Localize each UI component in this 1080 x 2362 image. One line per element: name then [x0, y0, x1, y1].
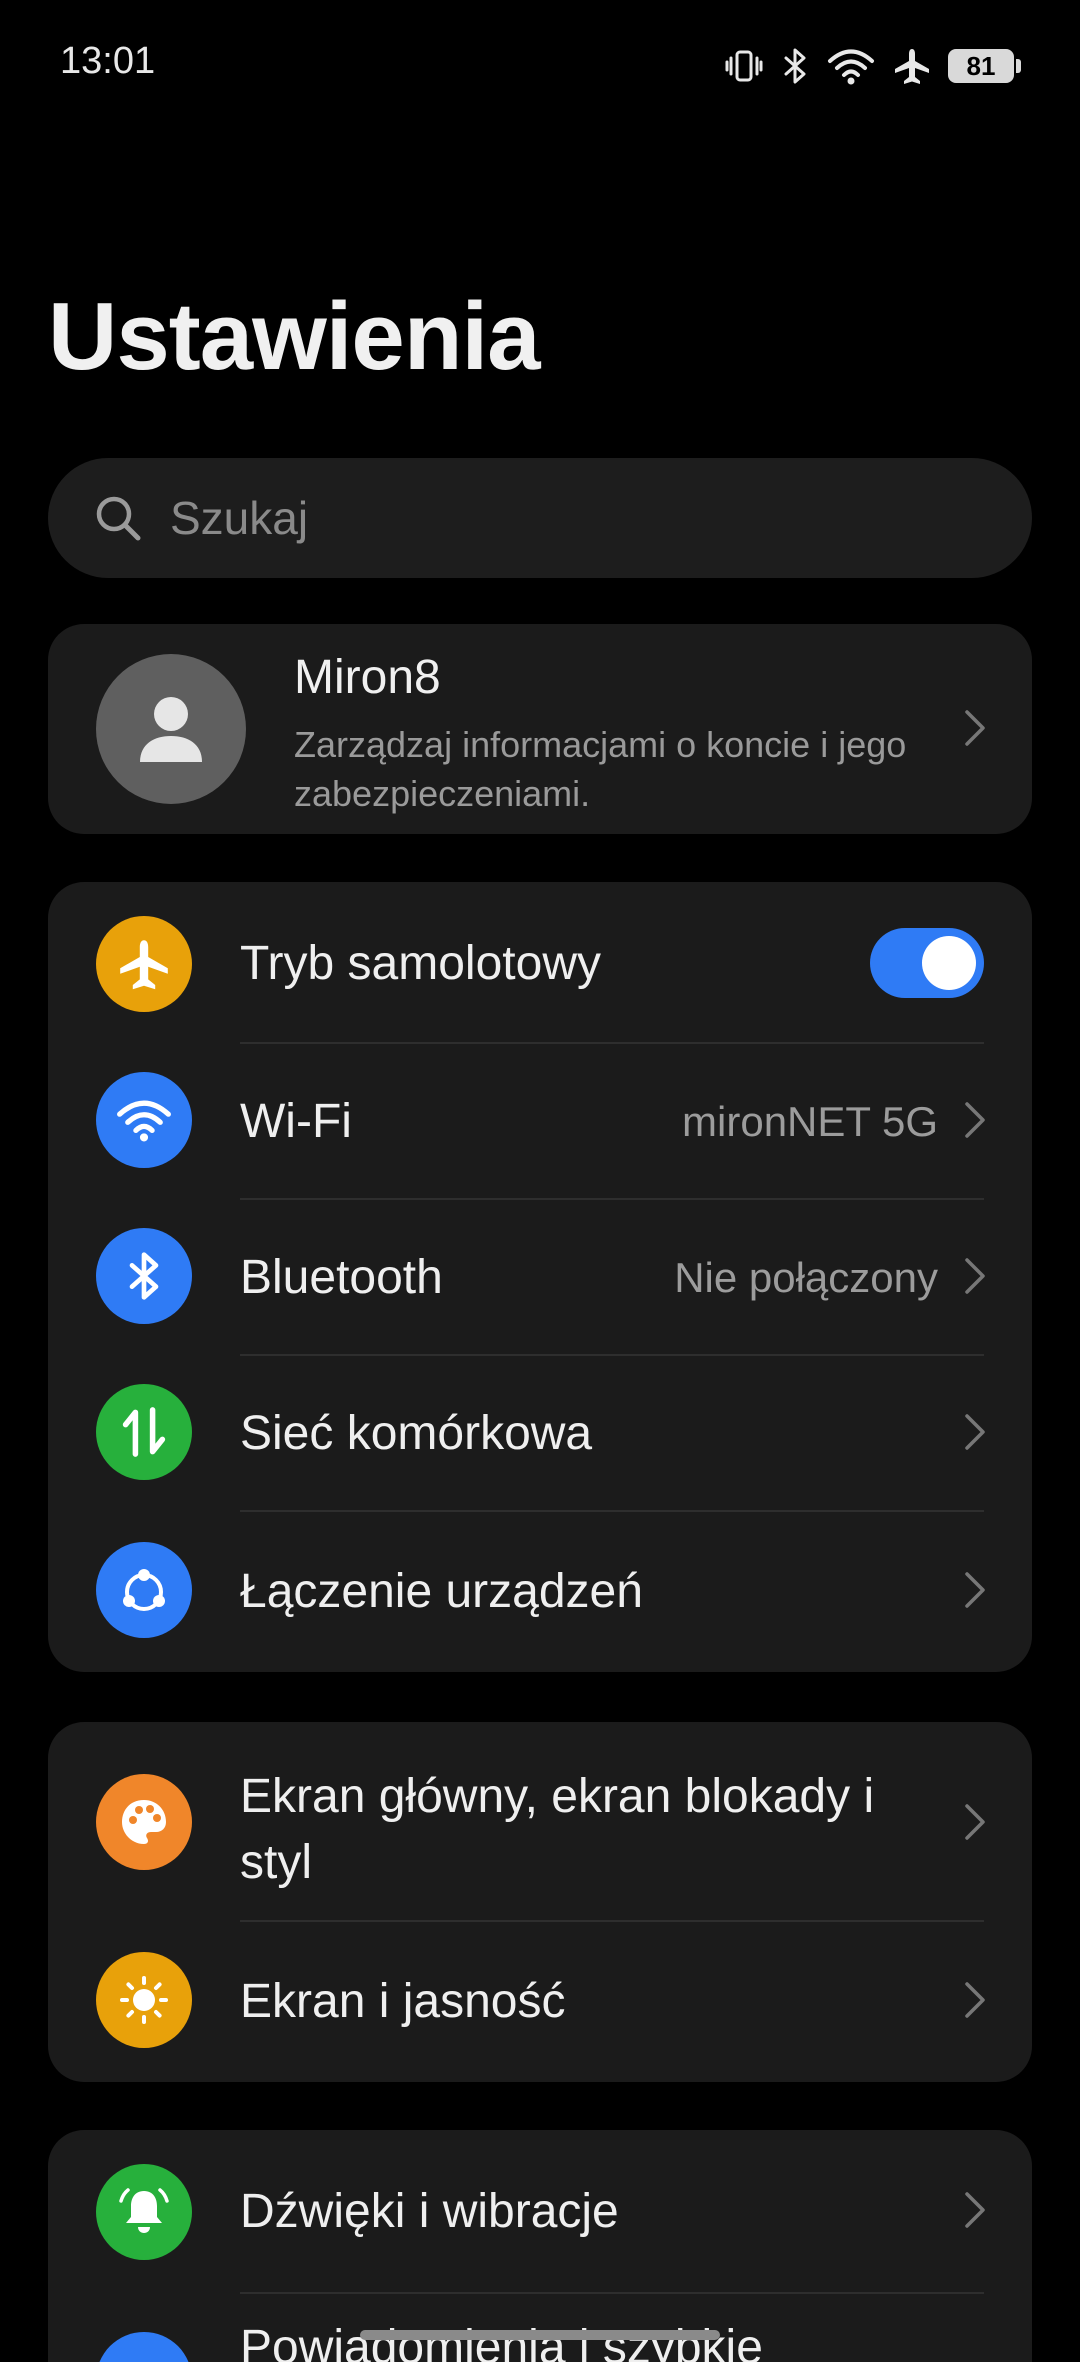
mobile-data-icon	[96, 1384, 192, 1480]
device-connections-row[interactable]: Łączenie urządzeń	[48, 1510, 1032, 1672]
avatar	[96, 654, 246, 804]
display-brightness-row[interactable]: Ekran i jasność	[48, 1920, 1032, 2082]
mobile-network-row[interactable]: Sieć komórkowa	[48, 1354, 1032, 1510]
airplane-mode-row[interactable]: Tryb samolotowy	[48, 882, 1032, 1042]
airplane-icon	[96, 916, 192, 1012]
chevron-right-icon	[965, 1102, 985, 1138]
chevron-right-icon	[965, 710, 985, 746]
palette-icon	[96, 1774, 192, 1870]
chevron-right-icon	[965, 1982, 985, 2018]
home-screen-style-label-line2: styl	[240, 1836, 312, 1889]
airplane-mode-label: Tryb samolotowy	[240, 937, 601, 990]
wifi-label: Wi-Fi	[240, 1095, 352, 1148]
bluetooth-label: Bluetooth	[240, 1251, 443, 1304]
bluetooth-row[interactable]: Bluetooth Nie połączony	[48, 1198, 1032, 1354]
mobile-network-label: Sieć komórkowa	[240, 1407, 593, 1460]
chevron-right-icon	[965, 1804, 985, 1840]
airplane-status-icon	[895, 49, 929, 84]
search-input[interactable]: Szukaj	[170, 491, 308, 545]
device-connect-icon	[96, 1542, 192, 1638]
brightness-icon	[96, 1952, 192, 2048]
battery-indicator: 81	[948, 49, 1021, 83]
notifications-label: Powiadomienia i szybkie	[240, 2321, 763, 2362]
sounds-vibration-label: Dźwięki i wibracje	[240, 2185, 619, 2238]
status-bar: 13:01 81	[0, 0, 1080, 130]
display-brightness-label: Ekran i jasność	[240, 1975, 566, 2028]
airplane-mode-toggle[interactable]	[870, 928, 984, 998]
notifications-icon	[96, 2332, 192, 2362]
connectivity-card: Tryb samolotowy Wi-Fi mironNET 5G Blueto…	[48, 882, 1032, 1672]
wifi-icon	[96, 1072, 192, 1168]
status-icons: 81	[724, 42, 1021, 90]
sounds-vibration-row[interactable]: Dźwięki i wibracje	[48, 2130, 1032, 2292]
account-card[interactable]: Miron8 Zarządzaj informacjami o koncie i…	[48, 624, 1032, 834]
chevron-right-icon	[965, 1572, 985, 1608]
home-indicator[interactable]	[360, 2330, 720, 2340]
search-icon	[96, 496, 141, 541]
home-screen-style-label-line1: Ekran główny, ekran blokady i	[240, 1770, 875, 1823]
chevron-right-icon	[965, 2192, 985, 2228]
chevron-right-icon	[965, 1258, 985, 1294]
search-bar[interactable]: Szukaj	[48, 458, 1032, 578]
device-connections-label: Łączenie urządzeń	[240, 1565, 643, 1618]
chevron-right-icon	[965, 1414, 985, 1450]
vibrate-icon	[725, 50, 763, 82]
bluetooth-status-icon	[784, 48, 806, 84]
home-screen-style-row[interactable]: Ekran główny, ekran blokady i styl	[48, 1722, 1032, 1920]
account-subtitle: Zarządzaj informacjami o koncie i jego z…	[294, 724, 907, 814]
account-name: Miron8	[294, 651, 441, 704]
bluetooth-value: Nie połączony	[674, 1254, 938, 1301]
status-time: 13:01	[60, 40, 156, 82]
bell-icon	[96, 2164, 192, 2260]
sound-card: Dźwięki i wibracje Powiadomienia i szybk…	[48, 2130, 1032, 2362]
notifications-row[interactable]: Powiadomienia i szybkie	[48, 2292, 1032, 2362]
home-screen-style-label: Ekran główny, ekran blokady i styl	[240, 1764, 874, 1896]
page-title: Ustawienia	[48, 283, 541, 390]
wifi-status-icon	[828, 49, 874, 85]
wifi-row[interactable]: Wi-Fi mironNET 5G	[48, 1042, 1032, 1198]
wifi-value: mironNET 5G	[682, 1098, 938, 1145]
bluetooth-icon	[96, 1228, 192, 1324]
user-icon	[140, 697, 202, 762]
display-card: Ekran główny, ekran blokady i styl Ekran…	[48, 1722, 1032, 2082]
